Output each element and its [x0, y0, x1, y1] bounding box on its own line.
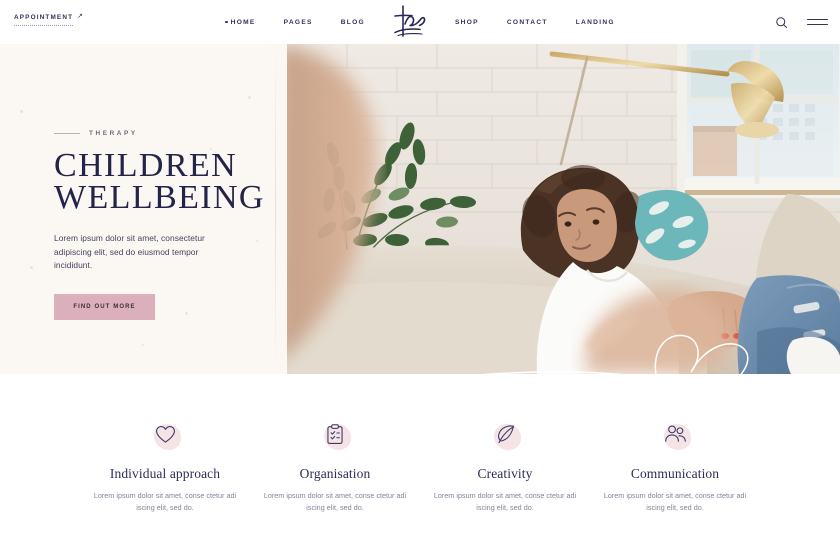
nav-item-shop[interactable]: SHOP: [441, 19, 493, 26]
decor-speck: [30, 266, 33, 269]
feature-card-individual-approach[interactable]: Individual approach Lorem ipsum dolor si…: [90, 420, 240, 513]
nav-item-landing[interactable]: LANDING: [562, 19, 629, 26]
hero-text-panel: THERAPY CHILDREN WELLBEING Lorem ipsum d…: [0, 44, 287, 374]
heart-icon: [155, 425, 176, 449]
decor-speck: [248, 96, 251, 99]
features-section: Individual approach Lorem ipsum dolor si…: [0, 374, 840, 551]
feature-title: Individual approach: [109, 466, 221, 481]
nav-item-contact[interactable]: CONTACT: [493, 19, 562, 26]
feature-title: Creativity: [477, 466, 533, 481]
page-title: CHILDREN WELLBEING: [54, 147, 279, 216]
clipboard-checklist-icon: [326, 423, 344, 450]
feature-card-communication[interactable]: Communication Lorem ipsum dolor sit amet…: [600, 420, 750, 513]
feature-description: Lorem ipsum dolor sit amet, conse ctetur…: [93, 491, 237, 512]
nav-label: HOME: [230, 18, 256, 26]
hero-content: THERAPY CHILDREN WELLBEING Lorem ipsum d…: [54, 130, 279, 320]
nav-label: CONTACT: [506, 18, 548, 26]
burger-line: [807, 23, 828, 26]
feature-title: Organisation: [299, 466, 371, 481]
hero-title-line-1: CHILDREN: [54, 147, 238, 184]
nav-label: BLOG: [340, 18, 365, 26]
nav-group-right: SHOP CONTACT LANDING: [441, 19, 629, 26]
eyebrow-label: THERAPY: [89, 130, 138, 137]
hero-eyebrow: THERAPY: [54, 130, 279, 137]
hamburger-menu-icon[interactable]: [807, 18, 828, 26]
feature-description: Lorem ipsum dolor sit amet, conse ctetur…: [433, 491, 577, 512]
burger-line: [807, 18, 828, 21]
feature-icon-wrap: [657, 420, 693, 453]
feature-icon-wrap: [487, 420, 523, 453]
find-out-more-button[interactable]: FIND OUT MORE: [54, 293, 155, 320]
nav-item-blog[interactable]: BLOG: [327, 19, 379, 26]
nav-group-left: HOME PAGES BLOG: [211, 19, 379, 26]
feature-icon-wrap: [317, 420, 353, 453]
button-label: FIND OUT MORE: [73, 303, 136, 310]
feather-quill-icon: [495, 424, 516, 450]
hero-image: [287, 44, 840, 374]
feature-title: Communication: [630, 466, 720, 481]
feature-icon-wrap: [147, 420, 183, 453]
decor-speck: [142, 344, 144, 346]
brand-signature-logo[interactable]: [379, 1, 441, 43]
feature-card-organisation[interactable]: Organisation Lorem ipsum dolor sit amet,…: [260, 420, 410, 513]
feature-description: Lorem ipsum dolor sit amet, conse ctetur…: [603, 491, 747, 512]
site-header: APPOINTMENT ↗ HOME PAGES BLOG SHOP CONTA…: [0, 0, 840, 44]
hero-subtitle: Lorem ipsum dolor sit amet, consectetur …: [54, 233, 205, 270]
feature-description: Lorem ipsum dolor sit amet, conse ctetur…: [263, 491, 407, 512]
decor-speck: [20, 110, 23, 113]
active-dot-icon: [225, 20, 228, 24]
nav-label: SHOP: [454, 18, 479, 26]
main-navigation: HOME PAGES BLOG SHOP CONTACT LANDING: [0, 0, 840, 44]
header-tools: [775, 0, 828, 44]
nav-item-pages[interactable]: PAGES: [270, 19, 327, 26]
nav-label: LANDING: [575, 18, 615, 26]
hero-title-line-2: WELLBEING: [54, 179, 265, 216]
people-group-icon: [664, 424, 687, 449]
page-root: APPOINTMENT ↗ HOME PAGES BLOG SHOP CONTA…: [0, 0, 840, 551]
search-icon[interactable]: [775, 16, 788, 29]
nav-label: PAGES: [283, 18, 313, 26]
nav-item-home[interactable]: HOME: [211, 19, 269, 26]
hero-section: THERAPY CHILDREN WELLBEING Lorem ipsum d…: [0, 44, 840, 374]
eyebrow-divider: [54, 133, 80, 134]
feature-card-creativity[interactable]: Creativity Lorem ipsum dolor sit amet, c…: [430, 420, 580, 513]
